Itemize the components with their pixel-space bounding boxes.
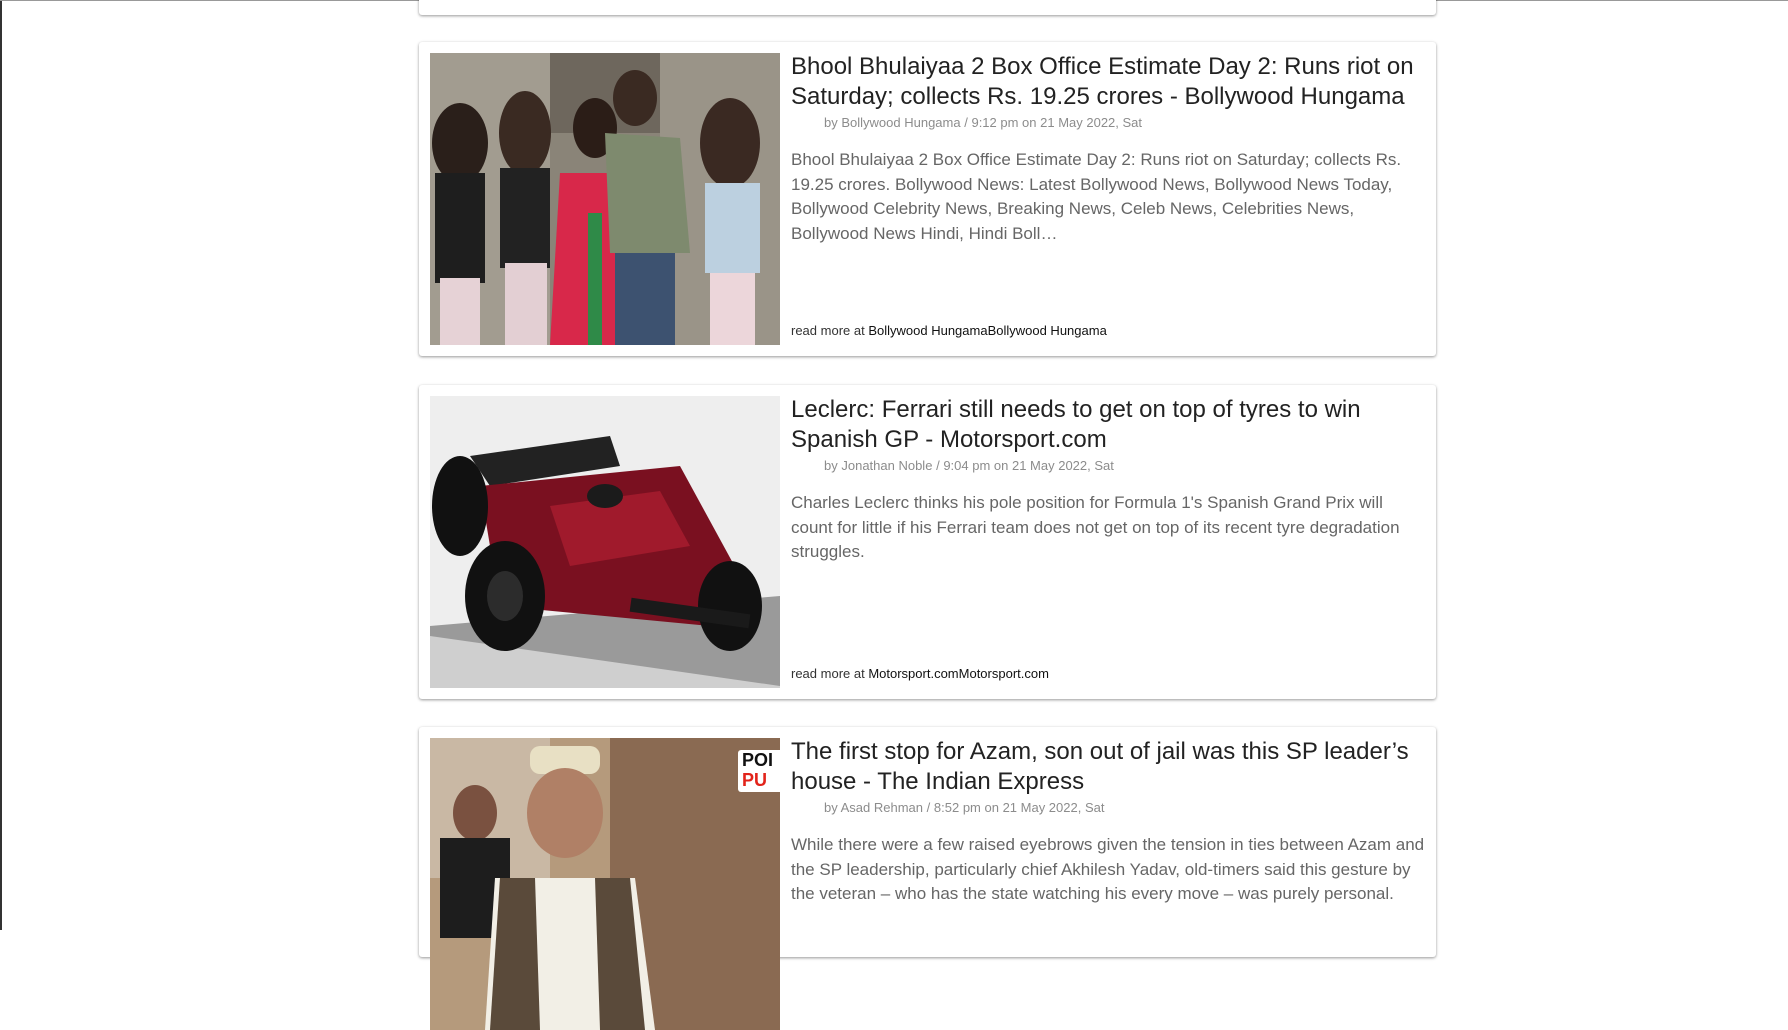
article-author: Jonathan Noble — [841, 458, 933, 473]
article-title[interactable]: Leclerc: Ferrari still needs to get on t… — [791, 395, 1426, 455]
badge-line-2: PU — [742, 770, 768, 790]
article-card[interactable]: Bhool Bhulaiyaa 2 Box Office Estimate Da… — [419, 42, 1436, 356]
article-summary: Charles Leclerc thinks his pole position… — [791, 493, 1400, 561]
article-content: Bhool Bhulaiyaa 2 Box Office Estimate Da… — [791, 52, 1426, 346]
meta-separator: / — [936, 458, 940, 473]
article-time: 8:52 pm on 21 May 2022, Sat — [933, 800, 1105, 815]
article-author: Bollywood Hungama — [841, 115, 961, 130]
azam-khan-photo-image — [430, 738, 780, 1030]
meta-separator: / — [926, 800, 931, 815]
article-thumbnail[interactable]: POI PU — [430, 738, 780, 1030]
article-meta: by Bollywood Hungama / 9:12 pm on 21 May… — [824, 114, 1426, 132]
article-meta: by Asad Rehman / 8:52 pm on 21 May 2022,… — [824, 799, 1426, 817]
article-summary: Bhool Bhulaiyaa 2 Box Office Estimate Da… — [791, 150, 1402, 243]
read-more-label: read more at — [791, 323, 865, 338]
badge-line-1: POI — [742, 750, 774, 770]
article-card[interactable]: Leclerc: Ferrari still needs to get on t… — [419, 385, 1436, 699]
source-link[interactable]: Bollywood HungamaBollywood Hungama — [868, 323, 1106, 338]
ferrari-car-image — [430, 396, 780, 688]
window-left-edge — [0, 0, 2, 930]
read-more: read more at Bollywood HungamaBollywood … — [791, 323, 1107, 338]
article-meta: by Jonathan Noble / 9:04 pm on 21 May 20… — [824, 457, 1426, 475]
article-time: 9:12 pm on 21 May 2022, Sat — [971, 115, 1143, 130]
source-link[interactable]: Motorsport.comMotorsport.com — [868, 666, 1049, 681]
article-content: Leclerc: Ferrari still needs to get on t… — [791, 395, 1426, 689]
article-thumbnail[interactable] — [430, 396, 780, 688]
bollywood-photo-image — [430, 53, 780, 345]
article-summary: While there were a few raised eyebrows g… — [791, 835, 1425, 903]
politics-badge: POI PU — [738, 750, 780, 792]
by-label: by — [824, 115, 838, 130]
article-author: Asad Rehman — [840, 800, 924, 815]
article-card-previous[interactable] — [419, 0, 1436, 15]
article-title[interactable]: Bhool Bhulaiyaa 2 Box Office Estimate Da… — [791, 52, 1426, 112]
article-content: The first stop for Azam, son out of jail… — [791, 737, 1426, 947]
article-card[interactable]: POI PU The first stop for Azam, son out … — [419, 727, 1436, 1030]
meta-separator: / — [964, 115, 968, 130]
read-more-label: read more at — [791, 666, 865, 681]
article-time: 9:04 pm on 21 May 2022, Sat — [943, 458, 1114, 473]
by-label: by — [824, 458, 838, 473]
read-more: read more at Motorsport.comMotorsport.co… — [791, 666, 1049, 681]
by-label: by — [824, 800, 838, 815]
article-thumbnail[interactable] — [430, 53, 780, 345]
article-title[interactable]: The first stop for Azam, son out of jail… — [791, 737, 1426, 797]
